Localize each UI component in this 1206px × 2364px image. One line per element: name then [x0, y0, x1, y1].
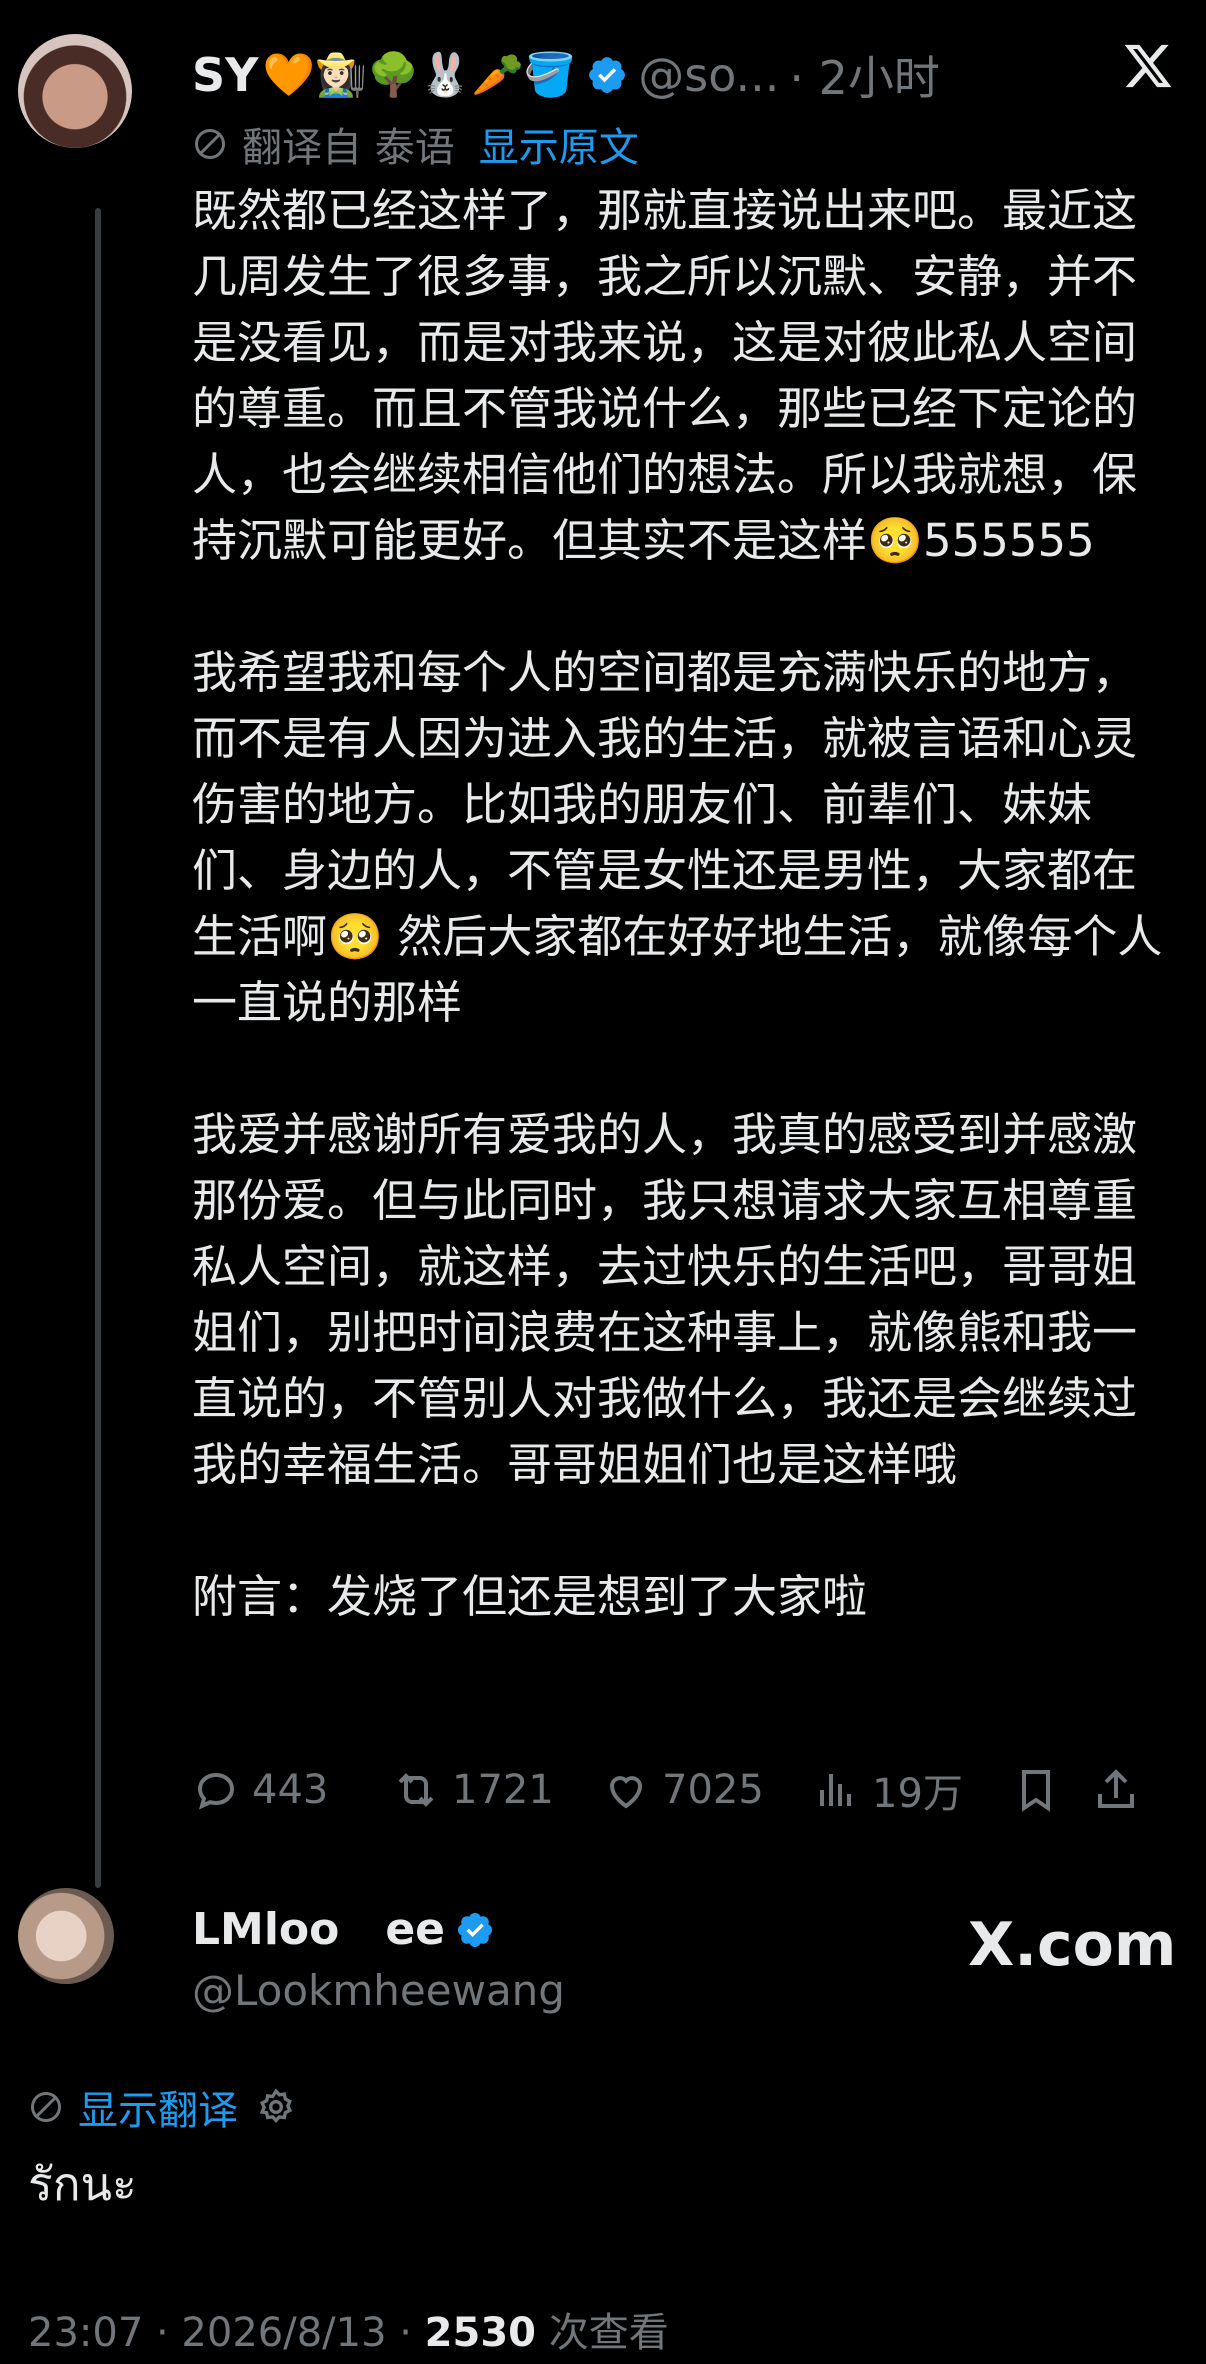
x-logo-icon[interactable] — [1122, 40, 1174, 92]
reply-author-handle[interactable]: @Lookmheewang — [192, 1966, 565, 2015]
like-count: 7025 — [662, 1767, 764, 1813]
reply-author-name-row: LMloo ee — [192, 1904, 495, 1955]
tweet-body: 既然都已经这样了，那就直接说出来吧。最近这几周发生了很多事，我之所以沉默、安静，… — [192, 178, 1172, 1630]
reply-author-avatar[interactable] — [18, 1888, 114, 1984]
like-icon — [609, 1776, 643, 1809]
translated-from-label: 翻译自 泰语 — [242, 125, 455, 171]
reply-body: รักนะ — [28, 2157, 137, 2211]
verified-badge-icon — [457, 1912, 493, 1947]
thread-line — [95, 208, 101, 1888]
reply-footer: 23:07 · 2026/8/13 · 2530 次查看 — [28, 2300, 669, 2358]
x-com-watermark: X.com — [968, 1910, 1177, 1980]
tweet-actions: 443 1721 7025 19万 — [192, 1760, 1172, 1820]
tweet-paragraph: 我爱并感谢所有爱我的人，我真的感受到并感激那份爱。但与此同时，我只想请求大家互相… — [192, 1108, 1138, 1491]
like-button[interactable]: 7025 — [602, 1766, 812, 1814]
tweet-time[interactable]: · 2小时 — [789, 42, 940, 108]
show-original-link[interactable]: 显示原文 — [479, 115, 639, 173]
reply-count: 443 — [252, 1767, 329, 1813]
views-icon — [820, 1774, 851, 1806]
translation-notice: 翻译自 泰语 显示原文 — [192, 116, 639, 172]
translate-icon — [31, 2092, 61, 2122]
share-icon — [1098, 1769, 1134, 1808]
bookmark-icon — [1022, 1770, 1050, 1812]
show-translation-row: 显示翻译 — [28, 2078, 296, 2136]
tweet-paragraph: 我希望我和每个人的空间都是充满快乐的地方，而不是有人因为进入我的生活，就被言语和… — [192, 646, 1163, 1029]
tweet-paragraph: 既然都已经这样了，那就直接说出来吧。最近这几周发生了很多事，我之所以沉默、安静，… — [192, 184, 1138, 567]
tweet-paragraph: 附言：发烧了但还是想到了大家啦 — [192, 1570, 868, 1623]
reply-button[interactable]: 443 — [192, 1766, 392, 1814]
reply-timestamp[interactable]: 23:07 · 2026/8/13 · — [28, 2310, 412, 2356]
retweet-button[interactable]: 1721 — [392, 1766, 602, 1814]
views-count: 19万 — [872, 1771, 963, 1817]
reply-icon — [197, 1772, 235, 1810]
author-name-emojis: 🧡👩🏻‍🌾🌳🐰🥕🪣 — [262, 50, 577, 99]
author-name[interactable]: SY — [192, 48, 258, 102]
reply-author-name[interactable]: LMloo ee — [192, 1904, 445, 1955]
verified-badge-icon — [589, 57, 626, 93]
translate-icon — [195, 129, 225, 159]
retweet-count: 1721 — [452, 1767, 554, 1813]
views-button[interactable]: 19万 — [812, 1761, 1012, 1819]
reply-view-count: 2530 — [424, 2310, 536, 2356]
author-handle[interactable]: @so... — [638, 48, 779, 102]
share-button[interactable] — [1092, 1766, 1152, 1814]
settings-icon[interactable] — [256, 2087, 296, 2127]
author-avatar[interactable] — [18, 34, 132, 148]
tweet-header: SY 🧡👩🏻‍🌾🌳🐰🥕🪣 @so... · 2小时 — [192, 40, 940, 110]
retweet-icon — [398, 1773, 434, 1807]
bookmark-button[interactable] — [1012, 1766, 1092, 1814]
show-translation-link[interactable]: 显示翻译 — [78, 2078, 238, 2136]
reply-view-label: 次查看 — [548, 2310, 669, 2356]
